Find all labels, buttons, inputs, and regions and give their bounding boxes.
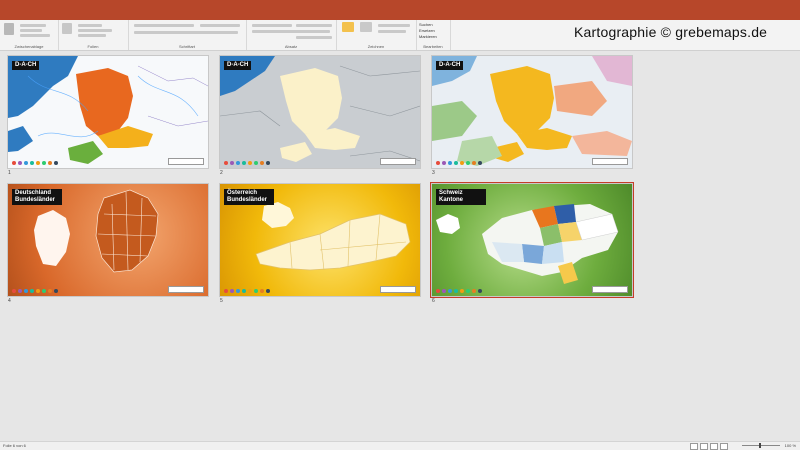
slide-title-badge: D-A-CH <box>224 61 252 70</box>
slide-thumbnail-3[interactable]: D-A-CH <box>432 56 632 168</box>
ribbon-group-paragraph: Absatz <box>246 20 337 50</box>
map-dach-blue <box>8 56 208 168</box>
replace-button[interactable]: Ersetzen <box>419 28 435 33</box>
ribbon-group-label: Folien <box>87 44 99 49</box>
ribbon-group-label: Zwischenablage <box>14 44 44 49</box>
ribbon-group-font: Schriftart <box>128 20 247 50</box>
slide-title-badge: Deutschland Bundesländer <box>12 189 62 205</box>
watermark-text: Kartographie © grebemaps.de <box>574 24 768 40</box>
slide-title-line2: Bundesländer <box>227 197 268 203</box>
title-bar <box>0 0 800 20</box>
slide-number: 5 <box>220 298 223 304</box>
ribbon-group-label: Schriftart <box>178 44 195 49</box>
slide-title-line1: Schweiz <box>439 190 463 196</box>
slide-title-badge: Schweiz Kantone <box>436 189 486 205</box>
slide-title-badge: D-A-CH <box>436 61 464 70</box>
arrange-icon[interactable] <box>342 22 354 32</box>
slide-title-line2: Kantone <box>439 197 463 203</box>
legend-pins <box>224 289 270 293</box>
slide-title-line1: Österreich <box>227 190 258 196</box>
slide-thumbnail-2[interactable]: D-A-CH <box>220 56 420 168</box>
slide-title-line1: Deutschland <box>15 190 52 196</box>
slide-title-line2: Bundesländer <box>15 197 56 203</box>
slide-thumbnail-4[interactable]: Deutschland Bundesländer <box>8 184 208 296</box>
slide-caption-box <box>168 158 204 165</box>
slide-number: 3 <box>432 170 435 176</box>
quick-styles-icon[interactable] <box>360 22 372 32</box>
view-sorter-button[interactable] <box>700 443 708 450</box>
select-button[interactable]: Markieren <box>419 34 437 39</box>
slide-title-badge: Österreich Bundesländer <box>224 189 274 205</box>
zoom-slider-knob[interactable] <box>759 443 761 448</box>
slide-thumbnail-5[interactable]: Österreich Bundesländer <box>220 184 420 296</box>
paste-icon[interactable] <box>4 23 14 35</box>
legend-pins <box>436 289 482 293</box>
slide-count-status: Folie 6 von 6 <box>3 443 26 448</box>
legend-pins <box>12 289 58 293</box>
status-bar: Folie 6 von 6 100 % <box>0 441 800 450</box>
zoom-level[interactable]: 100 % <box>785 443 796 448</box>
slide-thumbnail-6[interactable]: Schweiz Kantone <box>432 184 632 296</box>
slide-caption-box <box>592 158 628 165</box>
search-button[interactable]: Suchen <box>419 22 433 27</box>
ribbon-group-slides: Folien <box>58 20 129 50</box>
slide-caption-box <box>592 286 628 293</box>
ribbon-group-label: Bearbeiten <box>423 44 443 49</box>
ribbon-group-editing: Suchen Ersetzen Markieren Bearbeiten <box>416 20 451 50</box>
slide-number: 6 <box>432 298 435 304</box>
view-normal-button[interactable] <box>690 443 698 450</box>
map-dach-light <box>432 56 632 168</box>
ribbon-group-drawing: Zeichnen <box>336 20 417 50</box>
slide-caption-box <box>168 286 204 293</box>
view-reading-button[interactable] <box>710 443 718 450</box>
ribbon-group-clipboard: Zwischenablage <box>0 20 59 50</box>
new-slide-icon[interactable] <box>62 23 72 34</box>
ribbon-group-label: Absatz <box>284 44 298 49</box>
slide-caption-box <box>380 158 416 165</box>
legend-pins <box>436 161 482 165</box>
slide-title-badge: D-A-CH <box>12 61 40 70</box>
slide-number: 1 <box>8 170 11 176</box>
legend-pins <box>12 161 58 165</box>
slide-thumbnail-1[interactable]: D-A-CH <box>8 56 208 168</box>
slide-number: 4 <box>8 298 11 304</box>
slide-number: 2 <box>220 170 223 176</box>
zoom-slider-track[interactable] <box>742 445 780 446</box>
slide-caption-box <box>380 286 416 293</box>
ribbon-group-label: Zeichnen <box>367 44 385 49</box>
view-slideshow-button[interactable] <box>720 443 728 450</box>
map-dach-grey <box>220 56 420 168</box>
legend-pins <box>224 161 270 165</box>
